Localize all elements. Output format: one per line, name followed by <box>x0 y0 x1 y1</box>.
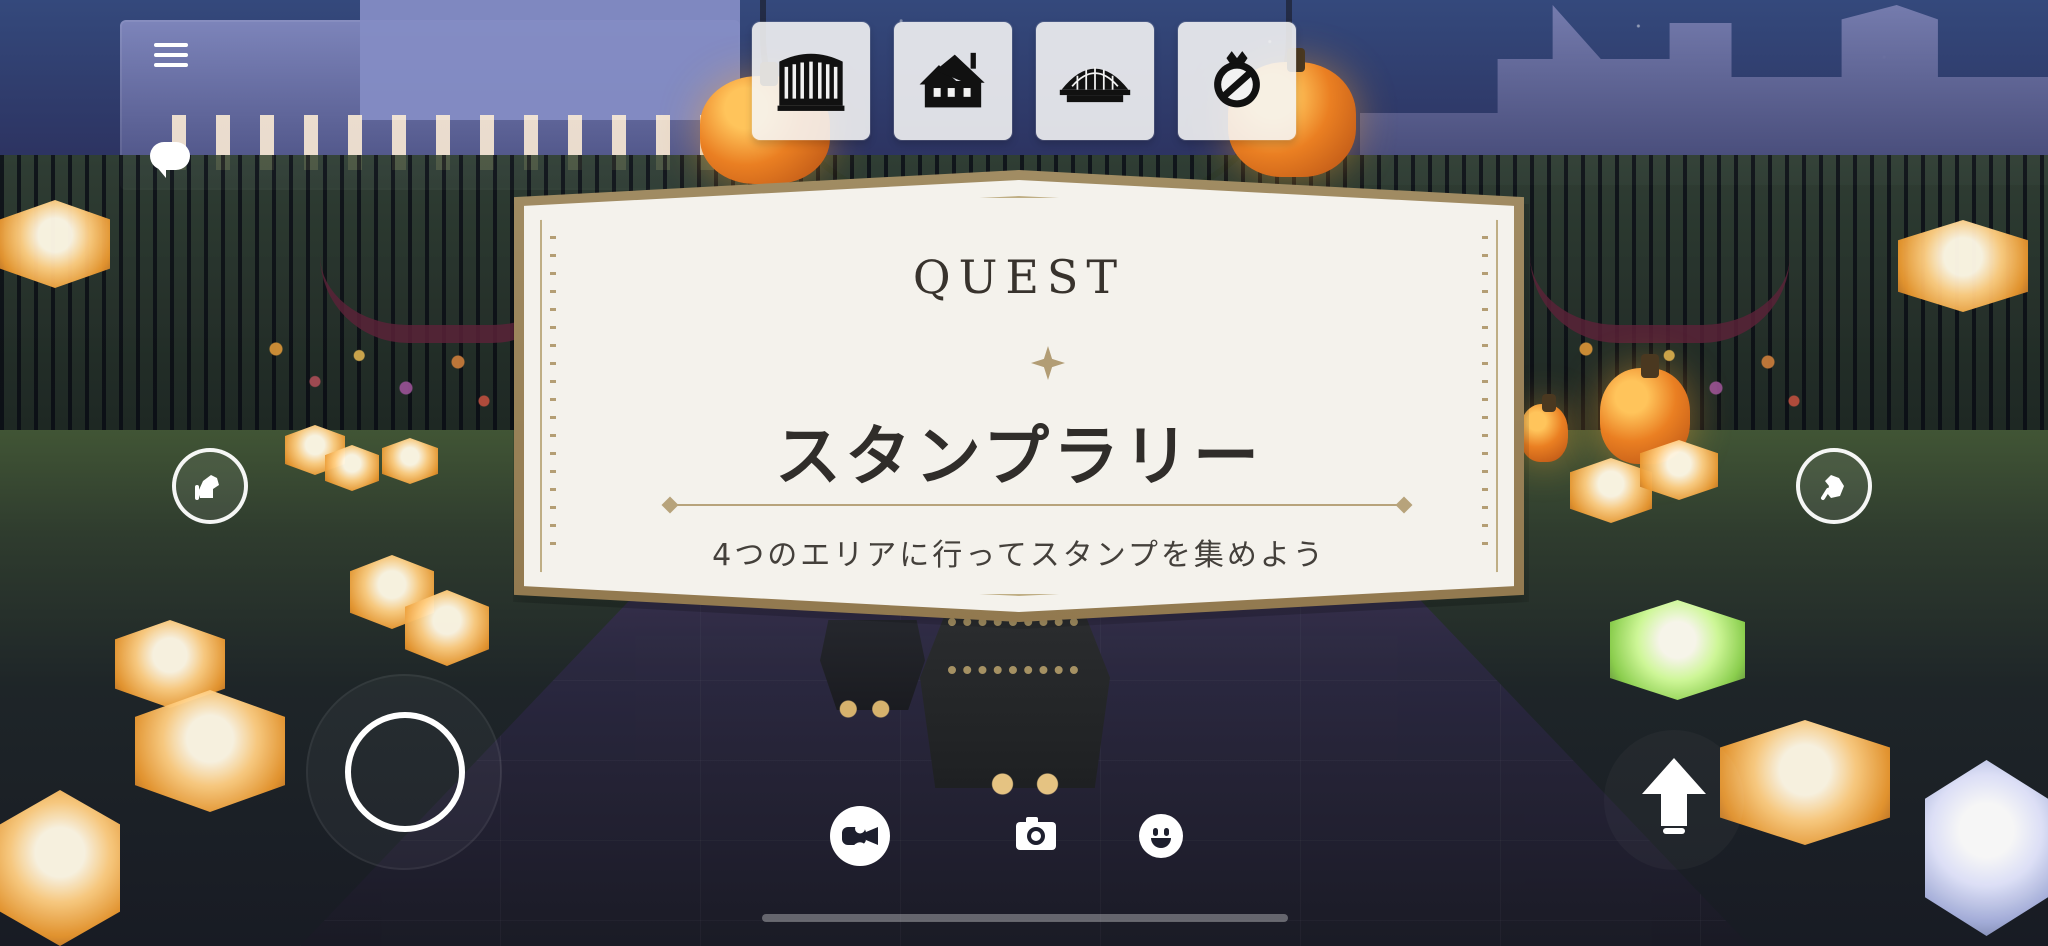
quest-card-paper: QUEST スタンプラリー 4つのエリアに行ってスタンプを集めよう <box>524 180 1514 612</box>
quest-subtitle: 4つのエリアに行ってスタンプを集めよう <box>712 538 1326 573</box>
emblem-tile[interactable] <box>1178 22 1296 140</box>
quest-heading: QUEST <box>912 250 1126 304</box>
game-scene: QUEST スタンプラリー 4つのエリアに行ってスタンプを集めよう <box>0 0 2048 946</box>
quest-card: QUEST スタンプラリー 4つのエリアに行ってスタンプを集めよう <box>514 170 1524 622</box>
emote-mouth <box>1151 838 1171 848</box>
npc-character <box>820 620 925 710</box>
colosseum-icon <box>777 53 845 111</box>
quest-title: スタンプラリー <box>774 418 1264 495</box>
quest-card-inner-border: QUEST スタンプラリー 4つのエリアに行ってスタンプを集めよう <box>540 196 1498 596</box>
home-indicator <box>762 914 1288 922</box>
menu-line <box>154 43 188 47</box>
flower-bed-right <box>1560 310 1820 440</box>
house-icon <box>919 52 985 108</box>
wave-hand-icon <box>1821 475 1844 500</box>
up-arrow-icon <box>1642 758 1706 834</box>
colosseum-tile[interactable] <box>752 22 870 140</box>
camera-mode-button[interactable] <box>830 806 920 866</box>
bottom-controls <box>830 806 1210 866</box>
menu-icon[interactable] <box>152 43 190 77</box>
chat-tail <box>156 166 166 178</box>
quest-star-icon <box>1031 346 1065 380</box>
dome-tile[interactable] <box>1036 22 1154 140</box>
house-tile[interactable] <box>894 22 1012 140</box>
menu-line <box>154 63 188 67</box>
wave-hand-icon <box>195 475 219 500</box>
dome-icon <box>1059 66 1131 103</box>
person-icon <box>851 823 869 849</box>
npc-feet <box>832 700 897 718</box>
quest-divider <box>668 504 1406 506</box>
player-feet <box>980 770 1070 798</box>
flower-bed-left <box>250 310 510 440</box>
joystick[interactable] <box>345 712 465 832</box>
wave-icon[interactable] <box>172 448 248 524</box>
player-character <box>920 610 1110 788</box>
photo-camera-icon[interactable] <box>1014 814 1058 854</box>
jump-button[interactable] <box>1604 730 1744 870</box>
emblem-icon <box>1214 51 1260 108</box>
menu-line <box>154 53 188 57</box>
wave-icon[interactable] <box>1796 448 1872 524</box>
chat-icon[interactable] <box>148 142 194 182</box>
emote-icon[interactable] <box>1139 814 1183 858</box>
area-icon-strip <box>752 22 1296 140</box>
